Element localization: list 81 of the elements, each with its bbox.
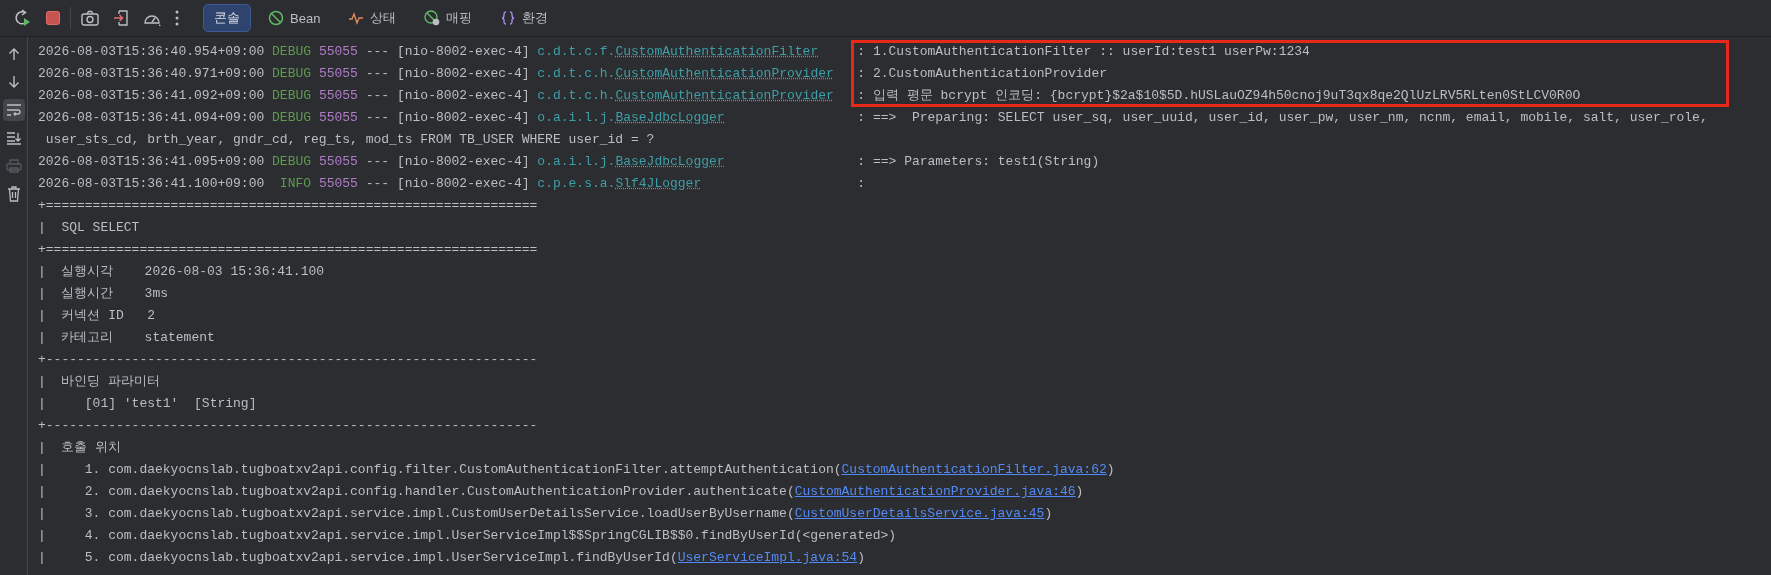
braces-icon[interactable] xyxy=(500,10,517,26)
up-arrow-icon[interactable] xyxy=(7,47,20,61)
exit-door-icon[interactable] xyxy=(113,9,129,27)
stack-trace-line: | 1. com.daekyocnslab.tugboatxv2api.config.filter.CustomAuthenticationFilter.attemptAuthentication(CustomAuthenticationFilter.java:62) xyxy=(38,462,1115,477)
log-separator: --- xyxy=(365,88,390,103)
log-message: : 입력 평문 bcrypt 인코딩: {bcrypt}$2a$10$5D.hUSLauOZ94h50cnoj9uT3qx8qe2QlUzLRV5RLten0StLCV0R0O xyxy=(857,88,1581,103)
console-text: | 카테고리 statement xyxy=(38,330,215,345)
thread-name: [nio-8002-exec-4] xyxy=(396,44,530,59)
log-level: DEBUG xyxy=(272,153,312,171)
log-level: DEBUG xyxy=(272,87,312,105)
scroll-to-end-icon[interactable] xyxy=(5,131,22,145)
log-level: INFO xyxy=(278,175,312,193)
process-id: 55055 xyxy=(318,66,358,81)
process-id: 55055 xyxy=(318,176,358,191)
console-text: +--------------------------------------------------------------- xyxy=(38,418,538,433)
camera-icon[interactable] xyxy=(81,10,99,26)
tab[interactable]: 콘솔 xyxy=(203,4,251,32)
log-timestamp: 2026-08-03T15:36:41.100+09:00 xyxy=(38,176,265,191)
log-level: DEBUG xyxy=(272,43,312,61)
logger-name[interactable]: c.d.t.c.f.CustomAuthenticationFilter xyxy=(537,41,858,63)
log-level: DEBUG xyxy=(272,65,312,83)
source-link[interactable]: CustomAuthenticationFilter.java:62 xyxy=(841,462,1107,477)
process-id: 55055 xyxy=(318,110,358,125)
log-separator: --- xyxy=(365,66,390,81)
log-separator: --- xyxy=(365,176,390,191)
console-text: | 실행시각 2026-08-03 15:36:41.100 xyxy=(38,264,325,279)
thread-name: [nio-8002-exec-4] xyxy=(396,176,530,191)
stack-trace-line: | 5. com.daekyocnslab.tugboatxv2api.service.impl.UserServiceImpl.findByUserId(UserServiceImpl.java:54) xyxy=(38,550,865,565)
console-text: | 호출 위치 xyxy=(38,440,122,455)
tab[interactable]: Bean xyxy=(257,4,332,32)
log-timestamp: 2026-08-03T15:36:41.095+09:00 xyxy=(38,154,265,169)
log-separator: --- xyxy=(365,44,390,59)
console-text: | SQL SELECT xyxy=(38,220,140,235)
tab[interactable]: 환경 xyxy=(489,4,560,32)
log-message: user_sts_cd, brth_year, gndr_cd, reg_ts, mod_ts FROM TB_USER WHERE user_id = ? xyxy=(44,132,655,147)
console-text: +=============================================================== xyxy=(38,242,538,257)
console-text: | 커넥션 ID 2 xyxy=(38,308,155,323)
console-text: +=============================================================== xyxy=(38,198,538,213)
log-separator: --- xyxy=(365,154,390,169)
rerun-icon[interactable] xyxy=(12,8,32,28)
source-link[interactable]: UserServiceImpl.java:54 xyxy=(677,550,858,565)
log-message: : 2.CustomAuthenticationProvider xyxy=(857,66,1107,81)
log-timestamp: 2026-08-03T15:36:40.954+09:00 xyxy=(38,44,265,59)
process-id: 55055 xyxy=(318,44,358,59)
log-separator: --- xyxy=(365,110,390,125)
stack-trace-line: | 3. com.daekyocnslab.tugboatxv2api.service.impl.CustomUserDetailsService.loadUserByUsername(CustomUserDetailsService.java:45) xyxy=(38,506,1053,521)
log-message: : xyxy=(857,176,866,191)
pulse-icon[interactable] xyxy=(348,10,365,26)
log-message: : 1.CustomAuthenticationFilter :: userId:test1 userPw:1234 xyxy=(857,44,1310,59)
console-text: +--------------------------------------------------------------- xyxy=(38,352,538,367)
console-text: | 바인딩 파라미터 xyxy=(38,374,161,389)
logger-name[interactable]: o.a.i.l.j.BaseJdbcLogger xyxy=(537,151,858,173)
process-id: 55055 xyxy=(318,154,358,169)
console-text: | [01] 'test1' [String] xyxy=(38,396,257,411)
logger-name[interactable]: c.p.e.s.a.Slf4JLogger xyxy=(537,173,858,195)
log-message: : ==> Parameters: test1(String) xyxy=(857,154,1100,169)
logger-name[interactable]: c.d.t.c.h.CustomAuthenticationProvider xyxy=(537,63,858,85)
logger-name[interactable]: o.a.i.l.j.BaseJdbcLogger xyxy=(537,107,858,129)
console-text: | 실행시간 3ms xyxy=(38,286,168,301)
logger-name[interactable]: c.d.t.c.h.CustomAuthenticationProvider xyxy=(537,85,858,107)
globe-icon[interactable] xyxy=(424,10,441,26)
thread-name: [nio-8002-exec-4] xyxy=(396,154,530,169)
trash-icon[interactable] xyxy=(6,186,21,202)
source-link[interactable]: CustomAuthenticationProvider.java:46 xyxy=(794,484,1076,499)
stack-trace-line: | 2. com.daekyocnslab.tugboatxv2api.config.handler.CustomAuthenticationProvider.authenticate(CustomAuthenticationProvider.java:46) xyxy=(38,484,1084,499)
thread-name: [nio-8002-exec-4] xyxy=(396,88,530,103)
log-timestamp: 2026-08-03T15:36:40.971+09:00 xyxy=(38,66,265,81)
more-icon[interactable] xyxy=(175,10,179,26)
source-link[interactable]: CustomUserDetailsService.java:45 xyxy=(794,506,1045,521)
thread-name: [nio-8002-exec-4] xyxy=(396,110,530,125)
tab[interactable]: 상태 xyxy=(337,4,408,32)
forbidden-icon[interactable] xyxy=(268,10,284,26)
log-timestamp: 2026-08-03T15:36:41.094+09:00 xyxy=(38,110,265,125)
log-message: : ==> Preparing: SELECT user_sq, user_uuid, user_id, user_pw, user_nm, ncnm, email, mobile, salt, user_role, xyxy=(857,110,1708,125)
console-text: | 4. com.daekyocnslab.tugboatxv2api.service.impl.UserServiceImpl$$SpringCGLIB$$0.findByUserId(<generated>) xyxy=(38,528,897,543)
log-level: DEBUG xyxy=(272,109,312,127)
down-arrow-icon[interactable] xyxy=(7,75,20,89)
tab[interactable]: 매핑 xyxy=(413,4,484,32)
log-timestamp: 2026-08-03T15:36:41.092+09:00 xyxy=(38,88,265,103)
thread-name: [nio-8002-exec-4] xyxy=(396,66,530,81)
process-id: 55055 xyxy=(318,88,358,103)
